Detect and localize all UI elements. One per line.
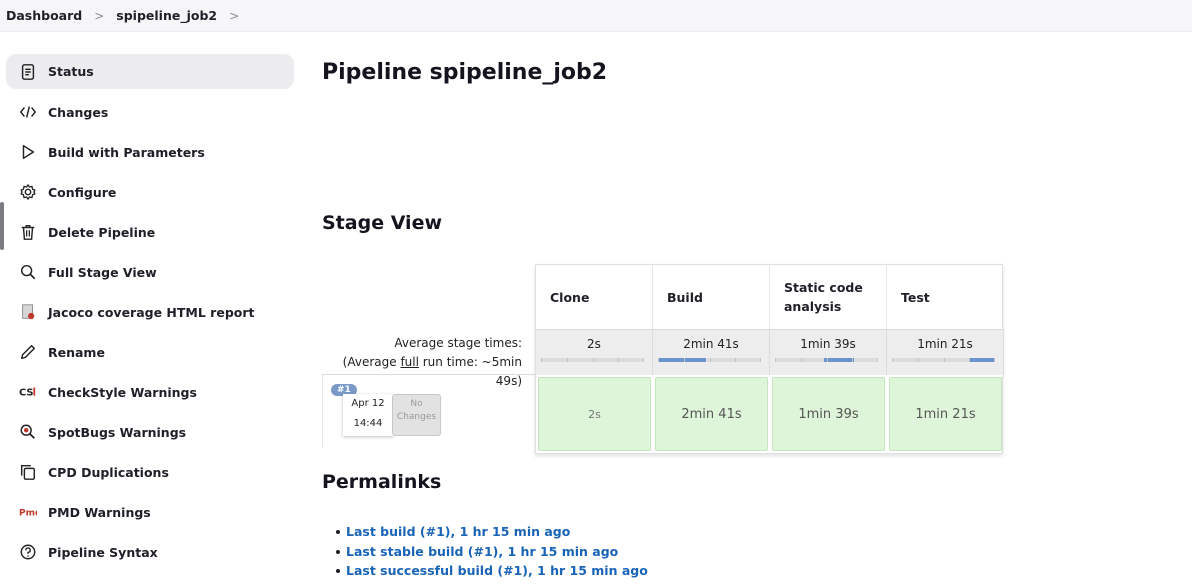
stage-header: Build <box>653 265 770 329</box>
sidebar: Status Changes Build with Parameters Con… <box>6 54 294 573</box>
sidebar-item-configure[interactable]: Configure <box>6 173 294 211</box>
permalinks-heading: Permalinks <box>322 471 442 493</box>
stage-column-static-code-analysis: Static code analysis 1min 39s 1min 39s <box>770 265 887 453</box>
code-icon <box>18 102 38 122</box>
stage-average: 1min 21s <box>887 329 1004 375</box>
build-date[interactable]: Apr 12 14:44 <box>343 394 393 436</box>
trash-icon <box>18 222 38 242</box>
sidebar-item-cpd-duplications[interactable]: CPD Duplications <box>6 453 294 491</box>
sidebar-item-status[interactable]: Status <box>6 54 294 89</box>
stage-duration-bar <box>541 358 644 362</box>
list-item: Last stable build (#1), 1 hr 15 min ago <box>336 542 648 562</box>
stage-duration-bar <box>892 358 995 362</box>
spotbugs-icon <box>18 422 38 442</box>
sidebar-item-label: Status <box>48 64 94 79</box>
stage-header: Test <box>901 289 930 305</box>
sidebar-item-label: PMD Warnings <box>48 504 151 520</box>
pencil-icon <box>18 342 38 362</box>
sidebar-item-label: Changes <box>48 104 109 120</box>
sidebar-item-delete-pipeline[interactable]: Delete Pipeline <box>6 213 294 251</box>
sidebar-item-build-with-parameters[interactable]: Build with Parameters <box>6 133 294 171</box>
play-icon <box>18 142 38 162</box>
stage-cell[interactable]: 2s <box>538 377 651 451</box>
sidebar-item-label: Jacoco coverage HTML report <box>48 304 255 320</box>
build-row: #1 Apr 12 14:44 No Changes <box>322 374 536 448</box>
sidebar-item-label: Rename <box>48 344 105 360</box>
stage-header: Static code analysis <box>770 265 887 329</box>
svg-text:CS: CS <box>19 388 34 399</box>
jacoco-icon <box>18 302 38 322</box>
stage-column-build: Build 2min 41s 2min 41s <box>653 265 770 453</box>
sidebar-item-checkstyle-warnings[interactable]: CS CheckStyle Warnings <box>6 373 294 411</box>
scrollbar[interactable] <box>0 202 4 250</box>
sidebar-item-changes[interactable]: Changes <box>6 93 294 131</box>
sidebar-item-spotbugs-warnings[interactable]: SpotBugs Warnings <box>6 413 294 451</box>
stage-duration-bar <box>775 358 878 362</box>
gear-icon <box>18 182 38 202</box>
page-title: Pipeline spipeline_job2 <box>322 60 608 85</box>
sidebar-item-label: Build with Parameters <box>48 144 205 160</box>
copy-icon <box>18 462 38 482</box>
breadcrumb-dashboard[interactable]: Dashboard <box>6 8 82 23</box>
pmd-icon: Pmd <box>18 502 38 522</box>
stage-cell[interactable]: 1min 21s <box>889 377 1002 451</box>
stage-column-clone: Clone 2s 2s <box>536 265 653 453</box>
permalink-last-stable-build[interactable]: Last stable build (#1), 1 hr 15 min ago <box>346 544 618 559</box>
avg-label-line2: (Average full run time: ~5min <box>342 355 522 369</box>
sidebar-item-rename[interactable]: Rename <box>6 333 294 371</box>
full-link[interactable]: full <box>400 355 419 369</box>
status-icon <box>18 62 38 82</box>
permalinks-list: Last build (#1), 1 hr 15 min ago Last st… <box>336 522 648 581</box>
stage-header: Clone <box>536 265 653 329</box>
svg-text:Pmd: Pmd <box>19 509 37 519</box>
help-icon <box>18 542 38 562</box>
avg-label-line1: Average stage times: <box>394 336 522 350</box>
breadcrumb-job[interactable]: spipeline_job2 <box>116 8 217 23</box>
stage-cell[interactable]: 1min 39s <box>772 377 885 451</box>
stage-column-test: Test 1min 21s 1min 21s <box>887 265 1004 453</box>
stage-view-table: Clone 2s 2s Build 2min 41s 2min 41s Stat… <box>535 264 1004 454</box>
list-item: Last build (#1), 1 hr 15 min ago <box>336 522 648 542</box>
stage-cell[interactable]: 2min 41s <box>655 377 768 451</box>
sidebar-item-pipeline-syntax[interactable]: Pipeline Syntax <box>6 533 294 571</box>
breadcrumb-bar: Dashboard > spipeline_job2 > <box>0 0 1192 32</box>
stage-duration-bar <box>658 358 761 362</box>
sidebar-item-label: Configure <box>48 184 117 200</box>
stage-view-heading: Stage View <box>322 212 443 234</box>
sidebar-item-jacoco-report[interactable]: Jacoco coverage HTML report <box>6 293 294 331</box>
sidebar-item-label: CPD Duplications <box>48 464 169 480</box>
checkstyle-icon: CS <box>18 382 38 402</box>
sidebar-item-label: Pipeline Syntax <box>48 544 158 560</box>
stage-average: 2min 41s <box>653 329 770 375</box>
sidebar-item-label: Delete Pipeline <box>48 224 156 240</box>
permalink-last-build[interactable]: Last build (#1), 1 hr 15 min ago <box>346 524 570 539</box>
sidebar-item-label: Full Stage View <box>48 264 157 280</box>
stage-average: 2s <box>536 329 653 375</box>
sidebar-item-full-stage-view[interactable]: Full Stage View <box>6 253 294 291</box>
chevron-right-icon: > <box>94 8 105 23</box>
no-changes-box: No Changes <box>392 394 441 436</box>
chevron-right-icon[interactable]: > <box>229 9 239 23</box>
search-icon <box>18 262 38 282</box>
list-item: Last successful build (#1), 1 hr 15 min … <box>336 561 648 581</box>
sidebar-item-pmd-warnings[interactable]: Pmd PMD Warnings <box>6 493 294 531</box>
sidebar-item-label: CheckStyle Warnings <box>48 384 197 400</box>
stage-average: 1min 39s <box>770 329 887 375</box>
permalink-last-successful-build[interactable]: Last successful build (#1), 1 hr 15 min … <box>346 563 648 578</box>
sidebar-item-label: SpotBugs Warnings <box>48 424 187 440</box>
